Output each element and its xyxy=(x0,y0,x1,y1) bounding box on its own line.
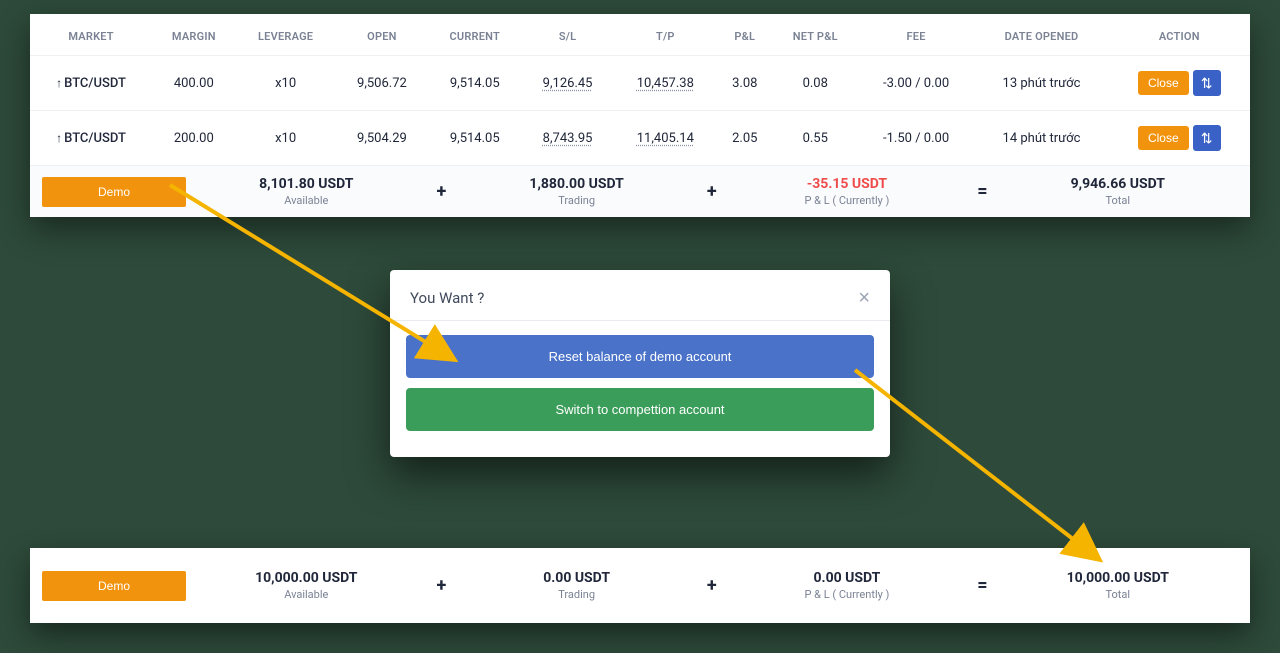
summary-trading: 0.00 USDT Trading xyxy=(456,570,697,601)
divider xyxy=(390,320,890,321)
modal-close-button[interactable]: × xyxy=(858,288,870,308)
summary-panel-after: Demo 10,000.00 USDT Available + 0.00 USD… xyxy=(30,548,1250,623)
demo-button[interactable]: Demo xyxy=(42,571,186,601)
up-arrow-icon: ↑ xyxy=(56,76,62,90)
swap-icon: ⇅ xyxy=(1201,75,1213,92)
th-tp: T/P xyxy=(614,20,717,56)
close-button[interactable]: Close xyxy=(1138,71,1189,95)
up-arrow-icon: ↑ xyxy=(56,131,62,145)
summary-available: 10,000.00 USDT Available xyxy=(186,570,427,601)
close-button[interactable]: Close xyxy=(1138,126,1189,150)
summary-available: 8,101.80 USDT Available xyxy=(186,176,427,207)
summary-total: 10,000.00 USDT Total xyxy=(998,570,1239,601)
close-icon: × xyxy=(858,287,870,309)
th-action: ACTION xyxy=(1109,20,1250,56)
modal-title: You Want ? xyxy=(410,289,484,307)
cell-action: Close ⇅ xyxy=(1109,56,1250,111)
plus-icon: + xyxy=(427,181,457,202)
reset-balance-button[interactable]: Reset balance of demo account xyxy=(406,335,874,378)
th-fee: FEE xyxy=(858,20,975,56)
th-leverage: LEVERAGE xyxy=(235,20,335,56)
summary-bar-before: Demo 8,101.80 USDT Available + 1,880.00 … xyxy=(30,165,1250,217)
cell-market: ↑BTC/USDT xyxy=(30,111,152,166)
cell-fee: -1.50 / 0.00 xyxy=(858,111,975,166)
th-open: OPEN xyxy=(336,20,428,56)
cell-market: ↑BTC/USDT xyxy=(30,56,152,111)
th-net: NET P&L xyxy=(773,20,858,56)
table-row: ↑BTC/USDT 200.00 x10 9,504.29 9,514.05 8… xyxy=(30,111,1250,166)
switch-account-button[interactable]: Switch to compettion account xyxy=(406,388,874,431)
cell-pl: 2.05 xyxy=(717,111,773,166)
swap-button[interactable]: ⇅ xyxy=(1193,70,1221,96)
summary-trading: 1,880.00 USDT Trading xyxy=(456,176,697,207)
th-date: DATE OPENED xyxy=(974,20,1108,56)
demo-button[interactable]: Demo xyxy=(42,177,186,207)
cell-margin: 200.00 xyxy=(152,111,235,166)
summary-pnl: 0.00 USDT P & L ( Currently ) xyxy=(727,570,968,601)
cell-margin: 400.00 xyxy=(152,56,235,111)
th-margin: MARGIN xyxy=(152,20,235,56)
th-current: CURRENT xyxy=(428,20,521,56)
cell-net: 0.55 xyxy=(773,111,858,166)
swap-icon: ⇅ xyxy=(1201,130,1213,147)
cell-leverage: x10 xyxy=(235,111,335,166)
equals-icon: = xyxy=(967,575,997,596)
plus-icon: + xyxy=(427,575,457,596)
cell-pl: 3.08 xyxy=(717,56,773,111)
th-pl: P&L xyxy=(717,20,773,56)
cell-date: 13 phút trước xyxy=(974,56,1108,111)
cell-current: 9,514.05 xyxy=(428,111,521,166)
arrow-reset-to-total xyxy=(855,370,1100,560)
summary-pnl: -35.15 USDT P & L ( Currently ) xyxy=(727,176,968,207)
cell-net: 0.08 xyxy=(773,56,858,111)
cell-sl[interactable]: 8,743.95 xyxy=(521,111,613,166)
summary-total: 9,946.66 USDT Total xyxy=(998,176,1239,207)
th-market: MARKET xyxy=(30,20,152,56)
th-sl: S/L xyxy=(521,20,613,56)
plus-icon: + xyxy=(697,181,727,202)
cell-tp[interactable]: 10,457.38 xyxy=(614,56,717,111)
cell-open: 9,506.72 xyxy=(336,56,428,111)
cell-date: 14 phút trước xyxy=(974,111,1108,166)
swap-button[interactable]: ⇅ xyxy=(1193,125,1221,151)
cell-action: Close ⇅ xyxy=(1109,111,1250,166)
cell-tp[interactable]: 11,405.14 xyxy=(614,111,717,166)
cell-open: 9,504.29 xyxy=(336,111,428,166)
confirm-modal: You Want ? × Reset balance of demo accou… xyxy=(390,270,890,457)
cell-sl[interactable]: 9,126.45 xyxy=(521,56,613,111)
positions-panel: MARKET MARGIN LEVERAGE OPEN CURRENT S/L … xyxy=(30,14,1250,217)
cell-leverage: x10 xyxy=(235,56,335,111)
equals-icon: = xyxy=(967,181,997,202)
positions-table: MARKET MARGIN LEVERAGE OPEN CURRENT S/L … xyxy=(30,20,1250,165)
cell-fee: -3.00 / 0.00 xyxy=(858,56,975,111)
table-row: ↑BTC/USDT 400.00 x10 9,506.72 9,514.05 9… xyxy=(30,56,1250,111)
plus-icon: + xyxy=(697,575,727,596)
cell-current: 9,514.05 xyxy=(428,56,521,111)
summary-bar-after: Demo 10,000.00 USDT Available + 0.00 USD… xyxy=(30,560,1250,611)
